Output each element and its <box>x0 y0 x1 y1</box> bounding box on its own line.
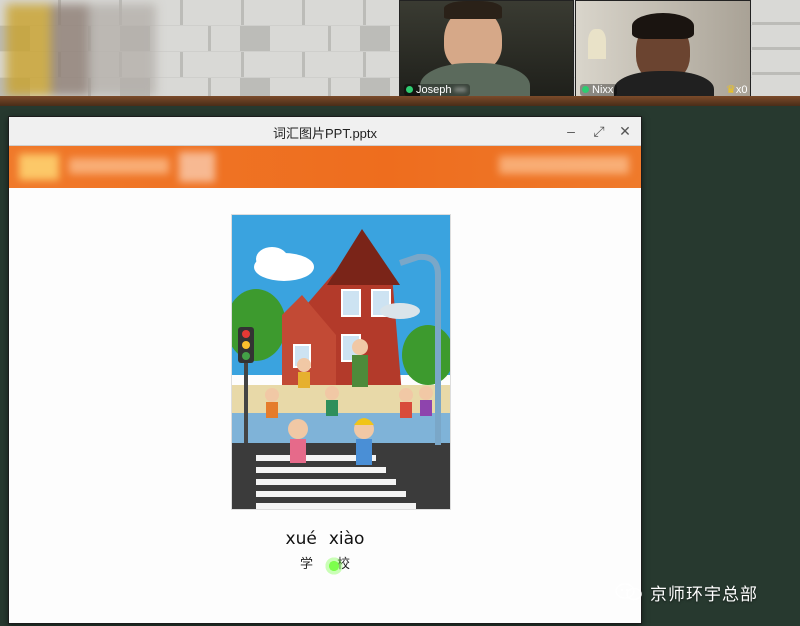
laser-pointer-icon <box>324 556 344 576</box>
window-title: 词汇图片PPT.pptx <box>272 126 378 141</box>
school-scene-illustration <box>231 214 451 510</box>
window-titlebar[interactable]: 词汇图片PPT.pptx – ⤢ ✕ <box>9 117 641 146</box>
minimize-button[interactable]: – <box>561 121 581 141</box>
ppt-viewer-window[interactable]: 词汇图片PPT.pptx – ⤢ ✕ xué xiào 学 <box>8 116 642 624</box>
lamp-icon <box>588 29 606 59</box>
wooden-shelf <box>0 96 800 106</box>
pinyin-syllable: xué <box>285 529 317 549</box>
participant-name-tag: Joseph ▪▪▪ <box>404 84 471 96</box>
pinyin-syllable: xiào <box>328 529 365 549</box>
video-feed-joseph[interactable]: Joseph ▪▪▪ <box>399 0 574 100</box>
slide-content: xuéxiào 学校 <box>9 188 641 623</box>
slide-header-banner <box>9 146 641 188</box>
watermark: 京师环宇总部 <box>614 578 758 606</box>
pinyin-text: xué xiào <box>9 529 641 549</box>
blurred-logo <box>6 4 156 96</box>
trophy-icon: ♛ <box>726 84 736 96</box>
maximize-button[interactable]: ⤢ <box>589 121 609 141</box>
mic-icon <box>406 86 413 93</box>
top-video-strip: Joseph ▪▪▪ Nixx ♛x0 <box>0 0 800 100</box>
hanzi-character: 学 <box>299 556 313 571</box>
participant-name-tag: Nixx <box>580 84 618 96</box>
close-button[interactable]: ✕ <box>615 121 635 141</box>
wechat-icon <box>615 583 642 601</box>
video-feed-nixx[interactable]: Nixx ♛x0 <box>575 0 751 100</box>
reward-counter: ♛x0 <box>726 84 748 96</box>
mic-icon <box>582 86 589 93</box>
watermark-text: 京师环宇总部 <box>650 584 758 604</box>
